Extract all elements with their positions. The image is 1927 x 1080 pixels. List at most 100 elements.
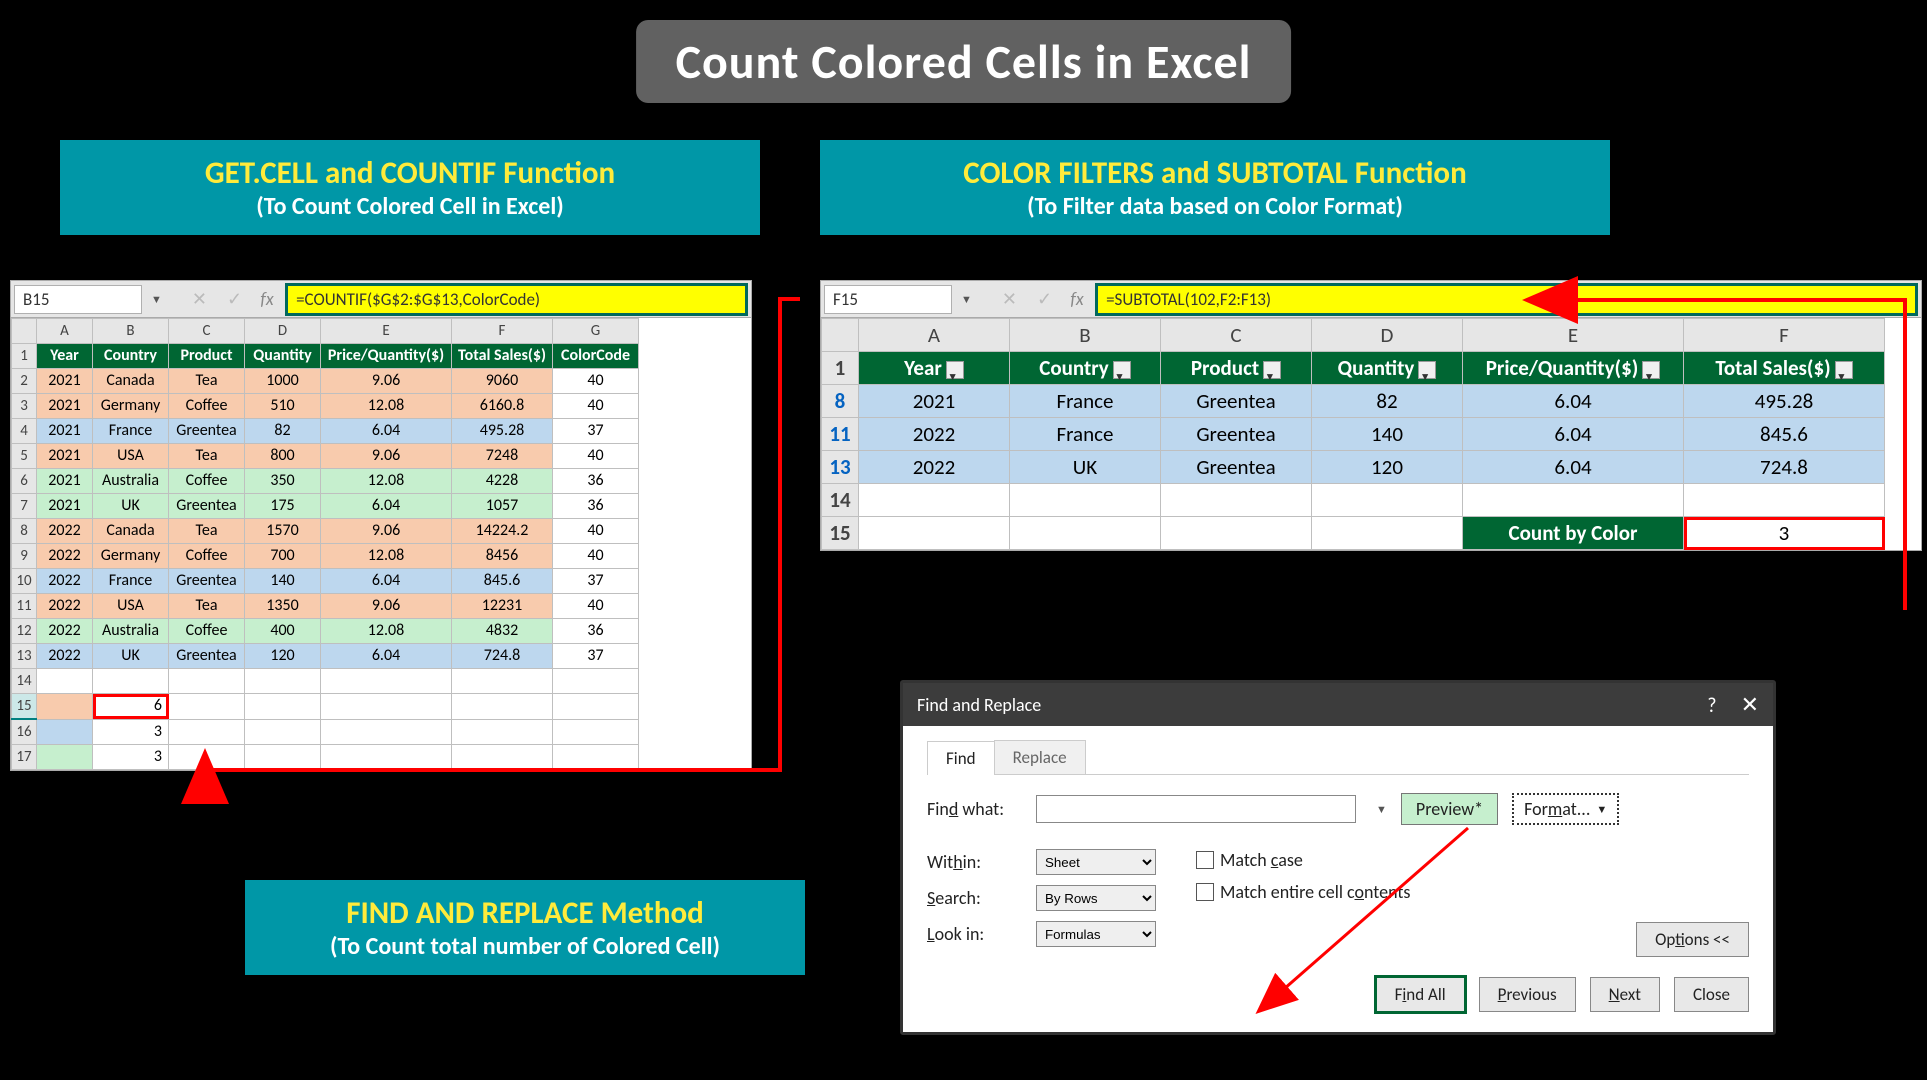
cell[interactable] <box>37 745 93 770</box>
tab-replace[interactable]: Replace <box>994 740 1086 774</box>
cell[interactable]: 37 <box>553 644 639 669</box>
row-header[interactable]: 14 <box>822 484 859 517</box>
cell[interactable]: 40 <box>553 369 639 394</box>
fx-icon[interactable]: fx <box>1062 288 1092 310</box>
filter-icon[interactable] <box>946 361 964 379</box>
cell[interactable]: Australia <box>93 469 169 494</box>
previous-button[interactable]: Previous <box>1479 977 1576 1012</box>
name-box-right[interactable]: F15 <box>824 285 952 314</box>
cell[interactable]: 724.8 <box>1684 451 1885 484</box>
cell[interactable]: 6.04 <box>321 569 452 594</box>
cell[interactable]: 6.04 <box>1463 451 1684 484</box>
close-icon[interactable]: ✕ <box>1741 691 1759 718</box>
cell[interactable]: Coffee <box>169 394 245 419</box>
find-what-input[interactable] <box>1036 795 1356 823</box>
cell[interactable]: 12.08 <box>321 394 452 419</box>
formula-box-left[interactable]: =COUNTIF($G$2:$G$13,ColorCode) <box>285 283 748 316</box>
row-header[interactable]: 12 <box>12 619 37 644</box>
cell[interactable]: 140 <box>245 569 321 594</box>
name-box-dropdown-icon[interactable]: ▼ <box>961 293 972 306</box>
cell[interactable]: 40 <box>553 394 639 419</box>
cell[interactable]: 700 <box>245 544 321 569</box>
cell[interactable]: 2021 <box>37 369 93 394</box>
col-header[interactable]: F <box>452 319 553 344</box>
row-header[interactable]: 14 <box>12 669 37 694</box>
cell[interactable]: 400 <box>245 619 321 644</box>
format-button[interactable]: Format...▼ <box>1512 793 1619 825</box>
cell[interactable]: 9060 <box>452 369 553 394</box>
cell[interactable]: USA <box>93 444 169 469</box>
cell[interactable]: 36 <box>553 494 639 519</box>
cell[interactable]: Coffee <box>169 619 245 644</box>
cell[interactable]: 4228 <box>452 469 553 494</box>
fx-icon[interactable]: fx <box>252 288 282 310</box>
cell[interactable]: 82 <box>245 419 321 444</box>
cell[interactable]: 37 <box>553 569 639 594</box>
col-header[interactable]: C <box>1161 319 1312 352</box>
cell[interactable]: 3 <box>93 719 169 745</box>
cell[interactable]: 6.04 <box>1463 418 1684 451</box>
cell[interactable]: 6.04 <box>321 419 452 444</box>
tab-find[interactable]: Find <box>927 741 995 775</box>
row-header[interactable]: 8 <box>12 519 37 544</box>
cell[interactable]: 510 <box>245 394 321 419</box>
cell[interactable]: 2021 <box>37 419 93 444</box>
filter-icon[interactable] <box>1263 361 1281 379</box>
cell[interactable]: Canada <box>93 519 169 544</box>
cell[interactable]: Tea <box>169 594 245 619</box>
cell[interactable]: Canada <box>93 369 169 394</box>
row-header[interactable]: 7 <box>12 494 37 519</box>
cell[interactable]: 14224.2 <box>452 519 553 544</box>
cell[interactable]: Tea <box>169 444 245 469</box>
cell[interactable]: Germany <box>93 394 169 419</box>
cell[interactable]: UK <box>1010 451 1161 484</box>
col-header[interactable]: E <box>1463 319 1684 352</box>
cell[interactable]: 1570 <box>245 519 321 544</box>
name-box-dropdown-icon[interactable]: ▼ <box>151 293 162 306</box>
cancel-icon[interactable]: ✕ <box>1002 288 1017 310</box>
cell[interactable]: 845.6 <box>452 569 553 594</box>
row-header[interactable]: 9 <box>12 544 37 569</box>
cell[interactable]: 40 <box>553 544 639 569</box>
col-header[interactable]: D <box>1312 319 1463 352</box>
cell[interactable]: 9.06 <box>321 369 452 394</box>
options-button[interactable]: Options << <box>1636 922 1749 957</box>
cell[interactable]: 40 <box>553 519 639 544</box>
cell[interactable]: 12.08 <box>321 619 452 644</box>
row-header[interactable]: 11 <box>12 594 37 619</box>
cell[interactable]: 2021 <box>37 469 93 494</box>
cell[interactable]: 175 <box>245 494 321 519</box>
cell[interactable]: 724.8 <box>452 644 553 669</box>
col-header[interactable]: E <box>321 319 452 344</box>
cell[interactable]: Greentea <box>1161 451 1312 484</box>
cell[interactable]: 1350 <box>245 594 321 619</box>
row-header[interactable]: 10 <box>12 569 37 594</box>
cell[interactable]: 82 <box>1312 385 1463 418</box>
cell[interactable]: Greentea <box>169 644 245 669</box>
col-header[interactable]: G <box>553 319 639 344</box>
cell[interactable]: Australia <box>93 619 169 644</box>
cell[interactable]: Greentea <box>1161 418 1312 451</box>
enter-icon[interactable]: ✓ <box>227 288 242 310</box>
cell[interactable]: 2022 <box>859 418 1010 451</box>
filter-icon[interactable] <box>1418 361 1436 379</box>
cell[interactable]: 2021 <box>859 385 1010 418</box>
cell[interactable]: 36 <box>553 469 639 494</box>
row-header[interactable]: 1 <box>12 344 37 369</box>
cell[interactable]: 6 <box>93 694 169 720</box>
lookin-select[interactable]: Formulas <box>1036 921 1156 947</box>
cell[interactable]: 12.08 <box>321 544 452 569</box>
row-header[interactable]: 1 <box>822 352 859 385</box>
cell[interactable]: 495.28 <box>452 419 553 444</box>
enter-icon[interactable]: ✓ <box>1037 288 1052 310</box>
help-icon[interactable]: ? <box>1707 694 1716 718</box>
within-select[interactable]: Sheet <box>1036 849 1156 875</box>
cell[interactable]: Greentea <box>1161 385 1312 418</box>
cell[interactable]: UK <box>93 494 169 519</box>
cell[interactable]: Greentea <box>169 494 245 519</box>
close-button[interactable]: Close <box>1674 977 1749 1012</box>
cell[interactable]: Coffee <box>169 544 245 569</box>
row-header[interactable]: 4 <box>12 419 37 444</box>
col-header[interactable]: A <box>859 319 1010 352</box>
cell[interactable]: 6.04 <box>321 494 452 519</box>
